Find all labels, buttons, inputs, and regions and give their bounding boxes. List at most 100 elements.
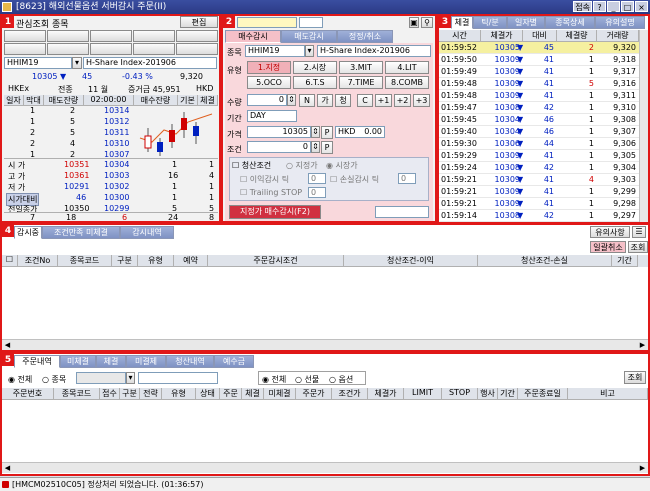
fill-row[interactable]: 01:59:14 10308 42 ▼ 1 9,297 [439, 210, 639, 222]
condition-p-button[interactable]: P [321, 141, 333, 154]
tab-filled[interactable]: 체결 [96, 355, 126, 368]
period-select[interactable]: DAY [247, 110, 297, 122]
tab-watching[interactable]: 감시중 [14, 226, 42, 239]
liquidation-checkbox[interactable]: ☐ 청산조건 [232, 160, 271, 171]
qty-plus2-button[interactable]: +2 [394, 94, 411, 107]
watch-slot[interactable] [176, 43, 218, 55]
watch-slot[interactable] [90, 30, 132, 42]
watch-slot[interactable] [176, 30, 218, 42]
watch-slot[interactable] [47, 43, 89, 55]
submit-buy-watch-button[interactable]: 지정가 매수감시(F2) [229, 205, 321, 219]
trailing-stop-checkbox[interactable]: ☐ Trailing STOP [240, 188, 302, 197]
fills-scrollbar[interactable] [639, 30, 648, 222]
tab-order-history[interactable]: 주문내역 [14, 355, 60, 368]
filter-symbol-dropdown-icon[interactable]: ▾ [126, 372, 135, 384]
price-stepper[interactable]: ⇕ [311, 126, 320, 138]
expand-icon[interactable]: ☰ [632, 226, 646, 238]
qty-available-button[interactable]: 가 [317, 94, 333, 107]
liq-limit-radio[interactable]: ○ 지정가 [286, 160, 318, 171]
qty-plus3-button[interactable]: +3 [413, 94, 430, 107]
help-notes-button[interactable]: 유의사항 [590, 226, 630, 238]
profit-tick-input[interactable]: 0 [308, 173, 326, 184]
tab-basic[interactable]: 기본 [178, 95, 198, 106]
edit-button[interactable]: 편집 [180, 16, 218, 28]
type-mit-button[interactable]: 3.MIT [339, 61, 383, 74]
tab-modify-cancel[interactable]: 정정/취소 [337, 30, 393, 43]
account-select[interactable] [237, 17, 297, 28]
qty-input[interactable]: 0 [247, 94, 287, 106]
lock-icon[interactable]: ▣ [409, 17, 419, 28]
fill-row[interactable]: 01:59:52 10305 45 ▼ 2 9,320 [439, 42, 639, 54]
trailing-stop-input[interactable]: 0 [308, 187, 326, 198]
type-oco-button[interactable]: 5.OCO [247, 76, 291, 89]
type-comb-button[interactable]: 8.COMB [385, 76, 429, 89]
right-arrow-icon[interactable]: ▶ [638, 464, 647, 472]
ask-price[interactable]: 10312 [104, 117, 129, 126]
tab-bar[interactable]: 막대 [24, 95, 44, 106]
watch-slot[interactable] [133, 30, 175, 42]
bid-price[interactable]: 10300 [104, 193, 129, 202]
qty-plus1-button[interactable]: +1 [375, 94, 392, 107]
bid-price[interactable]: 10304 [104, 160, 129, 169]
tab-buy-watch[interactable]: 매수감시 [225, 30, 281, 43]
symbol-dropdown-icon[interactable]: ▾ [305, 45, 314, 57]
fill-row[interactable]: 01:59:48 10309 41 ▼ 5 9,316 [439, 78, 639, 90]
search-icon[interactable]: ⚲ [421, 17, 433, 28]
watch-slot[interactable] [47, 30, 89, 42]
fill-row[interactable]: 01:59:47 10308 42 ▼ 1 9,310 [439, 102, 639, 114]
tab-unfilled[interactable]: 미체결 [60, 355, 96, 368]
ask-price[interactable]: 10310 [104, 139, 129, 148]
query-button[interactable]: 조회 [628, 241, 648, 253]
tab-notes[interactable]: 유의설명 [595, 16, 645, 29]
connect-button[interactable]: 접속 [573, 1, 592, 12]
fill-row[interactable]: 01:59:50 10309 41 ▼ 1 9,318 [439, 54, 639, 66]
tab-open-positions[interactable]: 미결제 [126, 355, 166, 368]
type-lit-button[interactable]: 4.LIT [385, 61, 429, 74]
price-p-button[interactable]: P [321, 126, 333, 139]
type-time-button[interactable]: 7.TIME [339, 76, 383, 89]
ask-price[interactable]: 10311 [104, 128, 129, 137]
tab-sell-watch[interactable]: 매도감시 [281, 30, 337, 43]
history-query-button[interactable]: 조회 [624, 371, 646, 384]
qty-stepper[interactable]: ⇕ [287, 94, 296, 106]
bid-price[interactable]: 10302 [104, 182, 129, 191]
filter-symbol-radio[interactable]: ○ 종목 [42, 374, 66, 385]
watch-slot[interactable] [4, 30, 46, 42]
tab-liquidation-history[interactable]: 청산내역 [166, 355, 214, 368]
condition-input[interactable]: 0 [247, 141, 311, 153]
tab-symbol-detail[interactable]: 종목상세 [545, 16, 595, 29]
watch-slot[interactable] [4, 43, 46, 55]
market-futures-radio[interactable]: ○ 선물 [295, 374, 319, 385]
help-button[interactable]: ? [593, 1, 606, 12]
ask-price[interactable]: 10314 [104, 106, 129, 115]
close-button[interactable]: × [635, 1, 648, 12]
fill-row[interactable]: 01:59:48 10309 41 ▼ 1 9,311 [439, 90, 639, 102]
type-market-button[interactable]: 2.시장 [293, 61, 337, 74]
watch-hscrollbar[interactable]: ◀ ▶ [2, 339, 648, 350]
profit-watch-checkbox[interactable]: ☐ 이익감시 틱 [240, 174, 289, 185]
right-arrow-icon[interactable]: ▶ [638, 341, 647, 349]
liq-market-radio[interactable]: ◉ 시장가 [326, 160, 358, 171]
fill-row[interactable]: 01:59:21 10309 41 ▼ 1 9,299 [439, 186, 639, 198]
fill-row[interactable]: 01:59:40 10304 46 ▼ 1 9,307 [439, 126, 639, 138]
symbol-search-icon[interactable]: ▾ [72, 57, 82, 69]
qty-n-button[interactable]: N [299, 94, 315, 107]
bid-price[interactable]: 10303 [104, 171, 129, 180]
tab-deposit[interactable]: 예수금 [214, 355, 254, 368]
order-symbol-input[interactable]: HHIM19 [245, 45, 305, 57]
loss-tick-input[interactable]: 0 [398, 173, 416, 184]
type-limit-button[interactable]: 1.지정 [247, 61, 291, 74]
fill-row[interactable]: 01:59:21 10309 41 ▼ 4 9,303 [439, 174, 639, 186]
filter-symbol-input[interactable] [76, 372, 126, 384]
qty-liquidate-button[interactable]: 청 [335, 94, 351, 107]
market-options-radio[interactable]: ○ 옵션 [329, 374, 353, 385]
history-hscrollbar[interactable]: ◀ ▶ [2, 462, 648, 473]
tab-daily-list[interactable]: 일자별 [507, 16, 545, 29]
fill-row[interactable]: 01:59:49 10309 41 ▼ 1 9,317 [439, 66, 639, 78]
fill-row[interactable]: 01:59:29 10309 41 ▼ 1 9,305 [439, 150, 639, 162]
left-arrow-icon[interactable]: ◀ [3, 341, 12, 349]
left-arrow-icon[interactable]: ◀ [3, 464, 12, 472]
tab-condition-unfilled[interactable]: 조건만족 미체결 [42, 226, 120, 239]
price-input[interactable]: 10305 [247, 126, 311, 138]
password-input[interactable] [299, 17, 323, 28]
